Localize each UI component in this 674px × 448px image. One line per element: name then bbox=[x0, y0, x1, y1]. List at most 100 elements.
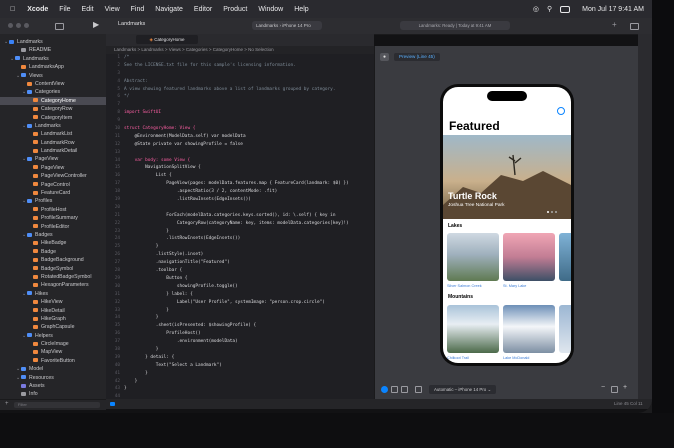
navigator-item[interactable]: LandmarkList bbox=[0, 130, 106, 138]
selectable-mode-icon[interactable] bbox=[391, 386, 398, 393]
add-icon[interactable]: + bbox=[612, 20, 617, 29]
zoom-to-fit-icon[interactable] bbox=[611, 386, 618, 393]
page-control[interactable] bbox=[547, 211, 557, 213]
code-line[interactable]: } bbox=[124, 243, 372, 251]
sidebar-toggle-icon[interactable] bbox=[55, 23, 64, 30]
preview-label[interactable]: Preview (Line 45) bbox=[394, 53, 440, 61]
code-line[interactable]: var body: some View { bbox=[124, 157, 372, 165]
navigator-item[interactable]: README bbox=[0, 46, 106, 54]
code-line[interactable]: } bbox=[124, 314, 372, 322]
iphone-screen[interactable]: Featured Turtle Rock Joshua Tree Nationa… bbox=[443, 87, 571, 363]
navigator-item[interactable]: Assets bbox=[0, 382, 106, 390]
navigator-item[interactable]: ProfileSummary bbox=[0, 214, 106, 222]
menu-edit[interactable]: Edit bbox=[82, 6, 94, 13]
navigator-item[interactable]: ⌄ Categories bbox=[0, 88, 106, 96]
navigator-item[interactable]: CategoryRow bbox=[0, 105, 106, 113]
navigator-item[interactable]: Info bbox=[0, 390, 106, 398]
code-line[interactable]: /* bbox=[124, 54, 372, 62]
navigator-item[interactable]: GraphCapsule bbox=[0, 323, 106, 331]
menu-window[interactable]: Window bbox=[258, 6, 283, 13]
code-line[interactable]: A view showing featured landmarks above … bbox=[124, 86, 372, 94]
navigator-item[interactable]: FavoriteButton bbox=[0, 357, 106, 365]
add-file-icon[interactable]: + bbox=[5, 401, 9, 407]
category-item[interactable] bbox=[559, 233, 571, 281]
breadcrumb[interactable]: Landmarks > Landmarks > Views > Categori… bbox=[106, 46, 374, 54]
close-window-icon[interactable] bbox=[8, 23, 13, 28]
code-line[interactable]: Text("Select a Landmark") bbox=[124, 362, 372, 370]
navigator-item[interactable]: ⌄ Badges bbox=[0, 231, 106, 239]
zoom-out-icon[interactable]: − bbox=[601, 384, 605, 391]
code-line[interactable]: } bbox=[124, 370, 372, 378]
device-selector[interactable]: Automatic – iPhone 14 Pro ⌄ bbox=[429, 385, 497, 394]
code-line[interactable]: See the LICENSE.txt file for this sample… bbox=[124, 62, 372, 70]
category-item[interactable] bbox=[447, 233, 499, 281]
code-line[interactable]: List { bbox=[124, 172, 372, 180]
navigator-item[interactable]: ⌄ Views bbox=[0, 72, 106, 80]
menu-find[interactable]: Find bbox=[131, 6, 145, 13]
code-line[interactable]: .listStyle(.inset) bbox=[124, 251, 372, 259]
menu-product[interactable]: Product bbox=[223, 6, 247, 13]
code-line[interactable]: } bbox=[124, 307, 372, 315]
device-settings-icon[interactable] bbox=[415, 386, 422, 393]
menu-app[interactable]: Xcode bbox=[27, 6, 48, 13]
navigator-item[interactable]: ProfileHost bbox=[0, 206, 106, 214]
navigator-item[interactable]: BadgeBackground bbox=[0, 256, 106, 264]
code-line[interactable]: import SwiftUI bbox=[124, 109, 372, 117]
navigator-item[interactable]: ⌄ Landmarks bbox=[0, 38, 106, 46]
code-line[interactable]: CategoryRow(categoryName: key, items: mo… bbox=[124, 220, 372, 228]
code-line[interactable]: showingProfile.toggle() bbox=[124, 283, 372, 291]
navigator-item[interactable]: ⌄ PageView bbox=[0, 155, 106, 163]
code-line[interactable]: Label("User Profile", systemImage: "pers… bbox=[124, 299, 372, 307]
category-item[interactable] bbox=[559, 305, 571, 353]
pin-icon[interactable]: ● bbox=[380, 53, 389, 61]
navigator-item[interactable]: BadgeSymbol bbox=[0, 265, 106, 273]
code-line[interactable]: .listRowInsets(EdgeInsets()) bbox=[124, 196, 372, 204]
code-line[interactable]: NavigationSplitView { bbox=[124, 164, 372, 172]
code-line[interactable]: } bbox=[124, 228, 372, 236]
code-line[interactable] bbox=[124, 101, 372, 109]
live-mode-icon[interactable] bbox=[381, 386, 388, 393]
source-editor[interactable]: 1 2 3 4 5 6 7 8 9 10 11 12 13 14 15 16 17 18 19 20 21 22 23 24 2… bbox=[106, 54, 374, 399]
code-line[interactable] bbox=[124, 70, 372, 78]
profile-icon[interactable] bbox=[557, 107, 565, 115]
code-line[interactable]: */ bbox=[124, 93, 372, 101]
inspector-toggle-icon[interactable] bbox=[630, 23, 639, 30]
code-line[interactable]: .aspectRatio(3 / 2, contentMode: .fit) bbox=[124, 188, 372, 196]
code-line[interactable] bbox=[124, 117, 372, 125]
code-line[interactable]: } label: { bbox=[124, 291, 372, 299]
menu-view[interactable]: View bbox=[105, 6, 120, 13]
code-line[interactable]: ProfileHost() bbox=[124, 330, 372, 338]
control-center-icon[interactable] bbox=[560, 5, 571, 13]
code-line[interactable]: Abstract: bbox=[124, 78, 372, 86]
wifi-icon[interactable]: ◎ bbox=[533, 5, 539, 13]
menu-file[interactable]: File bbox=[59, 6, 70, 13]
tab-categoryhome[interactable]: ◈ CategoryHome bbox=[136, 35, 198, 44]
search-icon[interactable]: ⚲ bbox=[547, 5, 552, 13]
zoom-window-icon[interactable] bbox=[24, 23, 29, 28]
code-line[interactable]: .environment(modelData) bbox=[124, 338, 372, 346]
code-line[interactable]: @Environment(ModelData.self) var modelDa… bbox=[124, 133, 372, 141]
navigator-item[interactable]: CircleImage bbox=[0, 340, 106, 348]
code-line[interactable]: .toolbar { bbox=[124, 267, 372, 275]
navigator-filter[interactable]: Filter bbox=[14, 402, 100, 408]
navigator-item[interactable]: HikeBadge bbox=[0, 239, 106, 247]
navigator-item[interactable]: ⌄ Model bbox=[0, 365, 106, 373]
navigator-item[interactable]: HikeView bbox=[0, 298, 106, 306]
scheme-selector[interactable]: Landmarks › iPhone 14 Pro bbox=[252, 21, 322, 30]
code-line[interactable]: @State private var showingProfile = fals… bbox=[124, 141, 372, 149]
navigator-item[interactable]: ContentView bbox=[0, 80, 106, 88]
navigator-item[interactable]: Badge bbox=[0, 248, 106, 256]
menu-editor[interactable]: Editor bbox=[194, 6, 212, 13]
category-item[interactable] bbox=[447, 305, 499, 353]
code-line[interactable]: PageView(pages: modelData.features.map {… bbox=[124, 180, 372, 188]
navigator-item[interactable]: PageView bbox=[0, 164, 106, 172]
menu-help[interactable]: Help bbox=[294, 6, 308, 13]
featured-hero-image[interactable]: Turtle Rock Joshua Tree National Park bbox=[443, 135, 571, 219]
code-line[interactable] bbox=[124, 149, 372, 157]
navigator-item[interactable]: RotatedBadgeSymbol bbox=[0, 273, 106, 281]
zoom-in-icon[interactable]: + bbox=[623, 384, 627, 391]
code-line[interactable]: } bbox=[124, 378, 372, 386]
code-line[interactable]: } detail: { bbox=[124, 354, 372, 362]
navigator-item[interactable]: MapView bbox=[0, 348, 106, 356]
navigator-item[interactable]: ⌄ Profiles bbox=[0, 197, 106, 205]
